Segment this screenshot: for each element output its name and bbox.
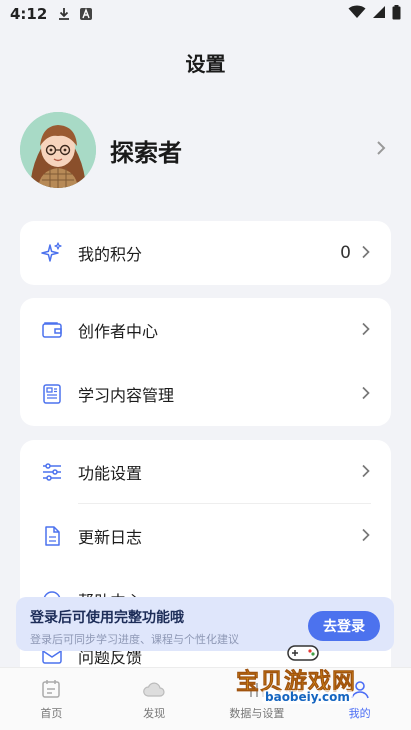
chevron-right-icon bbox=[361, 321, 371, 340]
newspaper-icon bbox=[40, 382, 64, 406]
chevron-right-icon bbox=[361, 244, 371, 263]
tab-data[interactable]: 数据与设置 bbox=[206, 668, 309, 730]
chevron-right-icon bbox=[361, 527, 371, 546]
sparkle-icon bbox=[40, 241, 64, 265]
menu-label: 创作者中心 bbox=[78, 322, 159, 341]
tab-label: 我的 bbox=[348, 707, 371, 720]
profile-name: 探索者 bbox=[110, 138, 182, 167]
login-button[interactable]: 去登录 bbox=[308, 611, 380, 641]
cloud-icon bbox=[143, 682, 165, 697]
menu-row-creator-center[interactable]: 创作者中心 bbox=[20, 298, 391, 362]
download-icon bbox=[57, 7, 71, 21]
status-bar: 4:12 bbox=[0, 0, 411, 28]
document-icon bbox=[40, 524, 64, 548]
battery-icon bbox=[392, 4, 401, 24]
chevron-right-icon bbox=[375, 140, 387, 160]
sliders-icon bbox=[40, 460, 64, 484]
app-notification-icon bbox=[79, 7, 93, 21]
tab-label: 发现 bbox=[143, 707, 166, 720]
menu-row-feature-settings[interactable]: 功能设置 bbox=[20, 440, 391, 504]
menu-row-changelog[interactable]: 更新日志 bbox=[20, 504, 391, 568]
bar-chart-icon bbox=[249, 683, 264, 697]
points-card: 我的积分 0 bbox=[20, 221, 391, 285]
menu-row-learning-content[interactable]: 学习内容管理 bbox=[20, 362, 391, 426]
menu-label: 更新日志 bbox=[78, 528, 143, 547]
wallet-icon bbox=[40, 318, 64, 342]
chevron-right-icon bbox=[361, 463, 371, 482]
page-title: 设置 bbox=[185, 52, 226, 76]
user-icon bbox=[350, 681, 369, 699]
home-icon bbox=[42, 680, 61, 698]
wifi-icon bbox=[348, 5, 366, 23]
status-time: 4:12 bbox=[10, 5, 48, 23]
login-banner: 登录后可使用完整功能哦 登录后可同步学习进度、课程与个性化建议 去登录 bbox=[16, 597, 394, 651]
points-label: 我的积分 bbox=[78, 245, 143, 264]
avatar[interactable] bbox=[20, 112, 96, 188]
tab-label: 首页 bbox=[40, 707, 63, 720]
tab-mine[interactable]: 我的 bbox=[308, 668, 411, 730]
profile-row[interactable]: 探索者 bbox=[20, 110, 391, 190]
menu-label: 功能设置 bbox=[78, 464, 143, 483]
tab-home[interactable]: 首页 bbox=[0, 668, 103, 730]
tab-discover[interactable]: 发现 bbox=[103, 668, 206, 730]
bottom-tab-bar: 首页 发现 数据与设置 我的 bbox=[0, 667, 411, 730]
tab-label: 数据与设置 bbox=[229, 707, 285, 720]
points-value: 0 bbox=[340, 243, 351, 263]
signal-icon bbox=[372, 5, 386, 23]
menu-label: 学习内容管理 bbox=[78, 386, 175, 405]
chevron-right-icon bbox=[361, 385, 371, 404]
settings-card: 功能设置 更新日志 帮助中心 问题反馈 bbox=[20, 440, 391, 690]
points-row[interactable]: 我的积分 0 bbox=[20, 221, 391, 285]
creator-card: 创作者中心 学习内容管理 bbox=[20, 298, 391, 426]
